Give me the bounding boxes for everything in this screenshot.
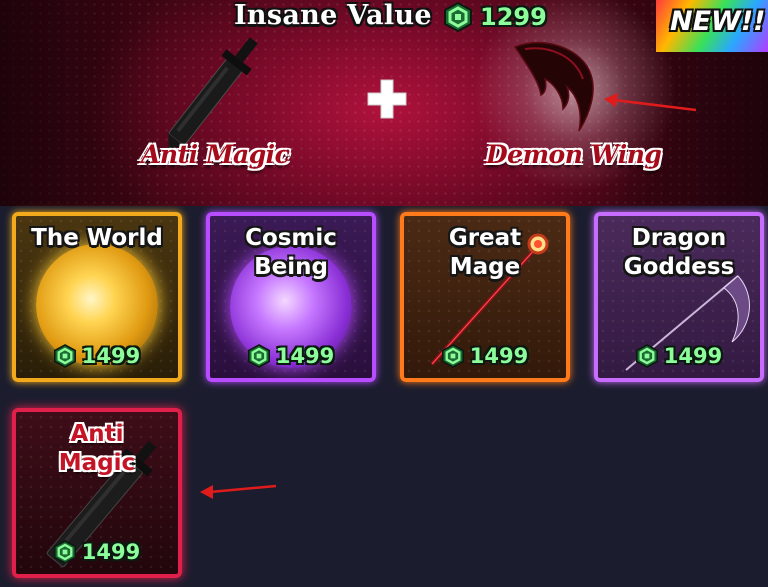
new-badge-label: NEW!! bbox=[670, 6, 766, 37]
new-badge: NEW!! bbox=[656, 0, 768, 52]
banner-price[interactable]: 1299 bbox=[444, 2, 547, 32]
plus-icon bbox=[367, 79, 407, 119]
banner-shade-left bbox=[0, 0, 160, 206]
card-name: Cosmic Being bbox=[245, 225, 337, 280]
robux-icon bbox=[53, 344, 76, 368]
card-price: 1499 bbox=[210, 344, 372, 368]
card-cosmic-being[interactable]: Cosmic Being 1499 bbox=[206, 212, 376, 382]
card-the-world[interactable]: The World 1499 bbox=[12, 212, 182, 382]
card-name: Dragon Goddess bbox=[623, 225, 735, 280]
banner-item-left: Anti Magic bbox=[141, 140, 290, 169]
card-great-mage[interactable]: Great Mage 1499 bbox=[400, 212, 570, 382]
anti-magic-sword-icon bbox=[168, 37, 258, 150]
card-price-amount: 1499 bbox=[81, 344, 141, 368]
robux-icon bbox=[444, 2, 472, 32]
card-price-amount: 1499 bbox=[81, 540, 141, 564]
card-name: Great Mage bbox=[448, 225, 522, 280]
card-anti-magic[interactable]: Anti Magic 1499 bbox=[12, 408, 182, 578]
card-price: 1499 bbox=[598, 344, 760, 368]
demon-wing-icon bbox=[513, 41, 594, 132]
robux-icon bbox=[247, 344, 270, 368]
robux-icon bbox=[53, 540, 76, 564]
red-arrow-icon bbox=[200, 484, 277, 499]
banner-title: Insane Value bbox=[234, 0, 432, 31]
banner-item-right: Demon Wing bbox=[486, 140, 662, 169]
bundle-banner[interactable]: Anti Magic Demon Wing Insane Value 1299 … bbox=[0, 0, 768, 206]
card-price-amount: 1499 bbox=[663, 344, 723, 368]
card-price: 1499 bbox=[16, 344, 178, 368]
banner-price-amount: 1299 bbox=[480, 3, 547, 31]
card-price: 1499 bbox=[16, 540, 178, 564]
card-price: 1499 bbox=[404, 344, 566, 368]
card-price-amount: 1499 bbox=[275, 344, 335, 368]
robux-icon bbox=[441, 344, 464, 368]
robux-icon bbox=[635, 344, 658, 368]
red-arrow-icon bbox=[604, 93, 697, 112]
card-name: The World bbox=[31, 225, 163, 251]
card-name: Anti Magic bbox=[58, 421, 136, 476]
card-price-amount: 1499 bbox=[469, 344, 529, 368]
card-dragon-goddess[interactable]: Dragon Goddess 1499 bbox=[594, 212, 764, 382]
